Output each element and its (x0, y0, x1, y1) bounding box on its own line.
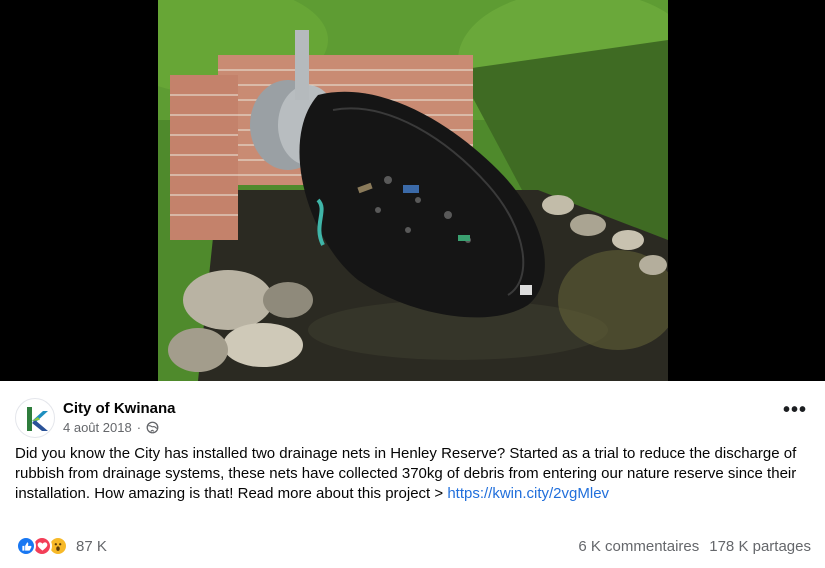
post-body: Did you know the City has installed two … (15, 445, 797, 502)
reactions-summary[interactable]: 87 K (16, 536, 107, 556)
reaction-count: 87 K (76, 537, 107, 555)
page-avatar[interactable] (15, 398, 55, 438)
post-stats: 6 K commentaires 178 K partages (578, 538, 811, 555)
post-card: City of Kwinana 4 août 2018 · ••• Did yo… (0, 381, 825, 568)
post-meta: 4 août 2018 · (63, 420, 159, 435)
post-media (0, 0, 825, 381)
post-date[interactable]: 4 août 2018 (63, 420, 132, 435)
kwinana-logo-icon (27, 407, 48, 431)
meta-separator: · (136, 420, 142, 435)
more-options-button[interactable]: ••• (783, 400, 807, 420)
drainage-net-photo[interactable] (158, 0, 668, 381)
post-footer: 87 K 6 K commentaires 178 K partages (0, 536, 825, 558)
shares-count[interactable]: 178 K partages (709, 538, 811, 555)
globe-icon (146, 421, 159, 434)
page-name[interactable]: City of Kwinana (63, 400, 176, 417)
like-icon (16, 536, 36, 556)
post-link[interactable]: https://kwin.city/2vgMlev (447, 485, 609, 502)
post-text: Did you know the City has installed two … (15, 444, 815, 504)
comments-count[interactable]: 6 K commentaires (578, 538, 699, 555)
